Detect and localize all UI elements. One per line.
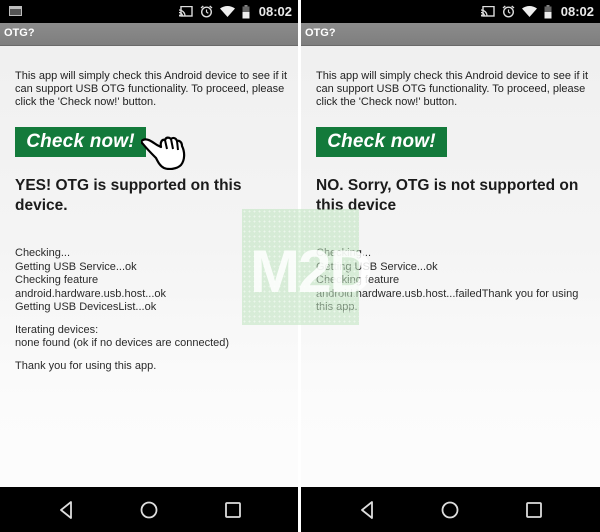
action-bar: OTG? bbox=[301, 23, 600, 46]
back-button-icon[interactable] bbox=[56, 499, 78, 521]
wifi-icon bbox=[219, 6, 235, 17]
intro-text: This app will simply check this Android … bbox=[316, 70, 589, 108]
check-now-button[interactable]: Check now! bbox=[15, 127, 146, 157]
wifi-icon bbox=[521, 6, 537, 17]
intro-text: This app will simply check this Android … bbox=[15, 70, 288, 108]
watermark-logo: M2D bbox=[242, 209, 373, 325]
check-now-button[interactable]: Check now! bbox=[316, 127, 447, 157]
app-title: OTG? bbox=[4, 27, 35, 39]
screenshot-notification-icon bbox=[9, 6, 22, 16]
log-line: Iterating devices: bbox=[15, 323, 99, 336]
recents-button-icon[interactable] bbox=[222, 499, 244, 521]
cast-icon bbox=[178, 6, 193, 17]
status-bar: 08:02 bbox=[0, 0, 298, 23]
log-line: none found (ok if no devices are connect… bbox=[15, 337, 230, 349]
watermark-text: M2D bbox=[250, 238, 373, 305]
navigation-bar bbox=[0, 487, 298, 532]
navigation-bar bbox=[301, 487, 600, 532]
action-bar: OTG? bbox=[0, 23, 298, 46]
alarm-icon bbox=[502, 5, 515, 18]
back-button-icon[interactable] bbox=[357, 499, 379, 521]
alarm-icon bbox=[200, 5, 213, 18]
battery-icon bbox=[242, 4, 250, 18]
battery-icon bbox=[544, 4, 552, 18]
home-button-icon[interactable] bbox=[138, 499, 160, 521]
pointing-hand-icon bbox=[141, 136, 186, 170]
status-bar: 08:02 bbox=[301, 0, 600, 23]
status-clock: 08:02 bbox=[258, 4, 292, 19]
main-content: This app will simply check this Android … bbox=[316, 70, 592, 313]
thanks-text: Thank you for using this app. bbox=[15, 359, 157, 372]
home-button-icon[interactable] bbox=[439, 499, 461, 521]
cast-icon bbox=[480, 6, 495, 17]
recents-button-icon[interactable] bbox=[523, 499, 545, 521]
main-content: This app will simply check this Android … bbox=[15, 70, 290, 372]
status-clock: 08:02 bbox=[560, 4, 594, 19]
app-title: OTG? bbox=[305, 27, 336, 39]
